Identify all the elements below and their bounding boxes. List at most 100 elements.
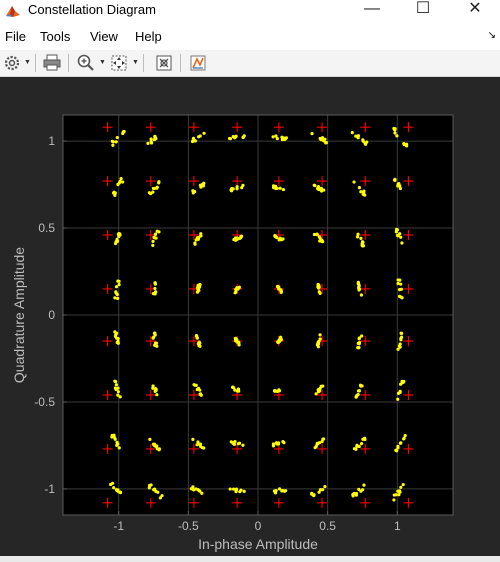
received-symbol: [350, 131, 354, 135]
fit-to-view-icon[interactable]: [109, 53, 129, 73]
received-symbol: [398, 186, 402, 191]
received-symbol: [149, 191, 153, 196]
received-symbol: [116, 488, 120, 492]
received-symbol: [324, 141, 328, 145]
received-symbol: [110, 433, 114, 438]
received-symbol: [398, 232, 402, 236]
y-tick-label: -0.5: [34, 395, 55, 409]
zoom-dropdown-icon[interactable]: ▼: [99, 59, 106, 66]
received-symbol: [237, 341, 241, 345]
received-symbol: [280, 489, 284, 493]
received-symbol: [318, 291, 322, 295]
received-symbol: [399, 338, 403, 342]
received-symbol: [360, 334, 364, 338]
received-symbol: [242, 489, 246, 493]
received-symbol: [116, 296, 120, 300]
received-symbol: [231, 135, 235, 139]
fit-dropdown-icon[interactable]: ▼: [132, 59, 139, 66]
x-axis-label: In-phase Amplitude: [198, 536, 318, 552]
received-symbol: [398, 441, 403, 445]
received-symbol: [354, 491, 359, 496]
y-tick-labels: -1 -0.5 0 0.5 1: [34, 134, 55, 496]
minimize-button[interactable]: —: [352, 0, 392, 20]
menu-view[interactable]: View: [90, 28, 118, 46]
menu-tools[interactable]: Tools: [40, 28, 70, 46]
received-symbol: [314, 444, 318, 449]
received-symbol: [401, 482, 405, 487]
received-symbol: [402, 436, 406, 440]
menu-file[interactable]: File: [5, 28, 26, 46]
menu-help[interactable]: Help: [135, 28, 162, 46]
window-title: Constellation Diagram: [28, 2, 156, 17]
received-symbol: [198, 392, 203, 396]
received-symbol: [278, 186, 282, 190]
scale-axes-icon[interactable]: [154, 53, 174, 73]
measurements-icon[interactable]: [188, 53, 208, 73]
received-symbol: [116, 336, 120, 341]
received-symbol: [316, 283, 320, 288]
received-symbol: [315, 233, 319, 237]
received-symbol: [116, 341, 120, 345]
received-symbol: [281, 187, 286, 192]
received-symbol: [357, 282, 361, 286]
received-symbol: [314, 392, 318, 396]
received-symbol: [354, 447, 358, 451]
dock-arrow-icon[interactable]: ↘: [488, 30, 496, 41]
y-tick-label: -1: [44, 482, 55, 496]
title-bar: Constellation Diagram — ☐ ✕: [0, 0, 500, 22]
x-tick-label: -1: [113, 519, 124, 533]
received-symbol: [197, 344, 201, 348]
x-tick-label: -0.5: [178, 519, 199, 533]
received-symbol: [153, 487, 157, 491]
received-symbol: [271, 444, 276, 448]
received-symbol: [276, 285, 281, 289]
received-symbol: [319, 189, 324, 193]
received-symbol: [228, 137, 233, 141]
received-symbol: [121, 130, 125, 134]
figure-area: -1 -0.5 0 0.5 1 -1 -0.5 0 0.5 1 In-phase Amplitu…: [0, 77, 500, 556]
received-symbol: [191, 191, 195, 195]
received-symbol: [275, 137, 279, 141]
received-symbol: [273, 235, 277, 239]
received-symbol: [357, 337, 361, 341]
toolbar-divider: [35, 54, 36, 72]
received-symbol: [359, 384, 363, 388]
received-symbol: [111, 191, 116, 195]
received-symbol: [362, 189, 366, 193]
received-symbol: [271, 184, 276, 188]
received-symbol: [359, 236, 363, 240]
received-symbol: [116, 390, 120, 394]
received-symbol: [394, 448, 398, 452]
received-symbol: [113, 334, 118, 338]
received-symbol: [396, 281, 400, 286]
received-symbol: [392, 493, 396, 497]
received-symbol: [393, 131, 397, 135]
received-symbol: [233, 338, 238, 343]
received-symbol: [113, 296, 117, 300]
settings-icon[interactable]: [3, 53, 21, 73]
received-symbol: [400, 381, 404, 385]
settings-dropdown-icon[interactable]: ▼: [24, 59, 31, 66]
maximize-button[interactable]: ☐: [403, 0, 443, 20]
received-symbol: [118, 491, 123, 495]
received-symbol: [160, 494, 164, 498]
close-button[interactable]: ✕: [455, 0, 495, 20]
received-symbol: [116, 182, 120, 187]
received-symbol: [357, 341, 362, 345]
received-symbol: [198, 341, 202, 345]
received-symbol: [280, 135, 284, 139]
received-symbol: [351, 494, 355, 498]
received-symbol: [273, 491, 278, 495]
received-symbol: [146, 141, 150, 145]
zoom-in-icon[interactable]: [76, 53, 96, 73]
received-symbol: [117, 234, 121, 239]
received-symbol: [318, 333, 322, 337]
print-icon[interactable]: [42, 53, 62, 73]
received-symbol: [319, 239, 324, 243]
received-symbol: [191, 437, 195, 442]
received-symbol: [113, 379, 117, 383]
received-symbol: [240, 186, 244, 190]
toolbar: ▼ ▼ ▼: [0, 50, 500, 77]
received-symbol: [151, 239, 155, 243]
received-symbol: [359, 293, 363, 297]
